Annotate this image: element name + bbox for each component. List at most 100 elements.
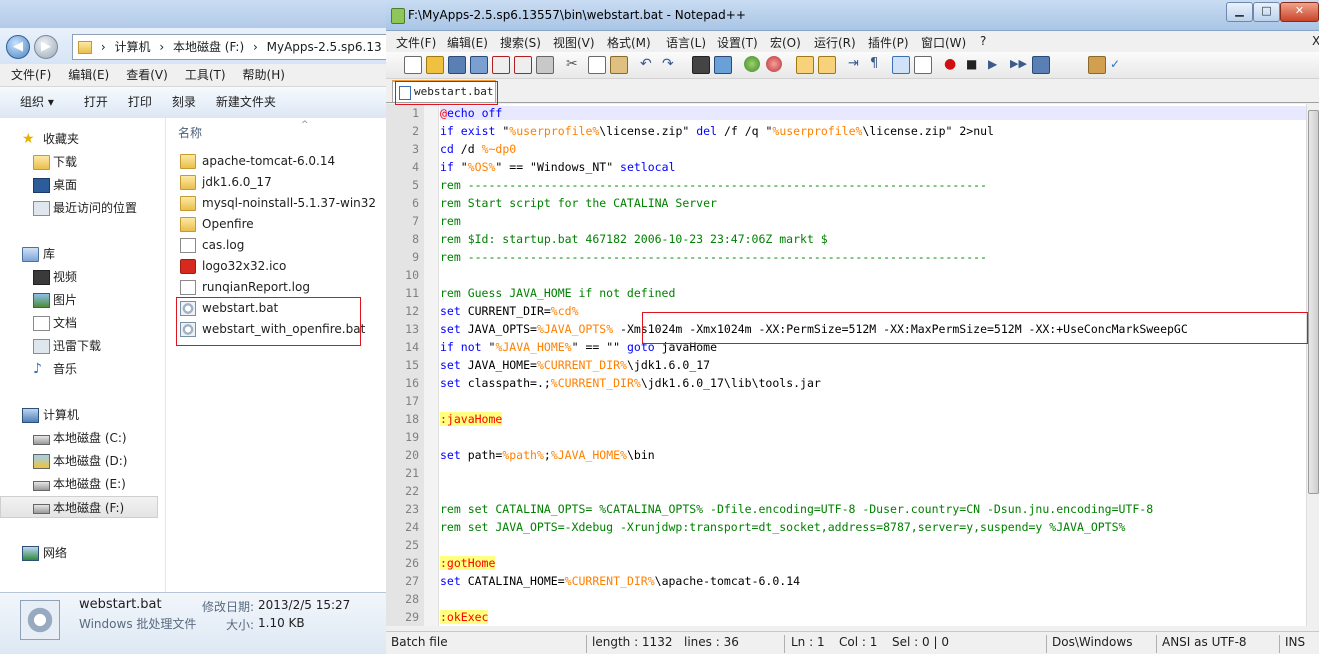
organize-button[interactable]: 组织 ▾ (20, 87, 54, 118)
menu-run[interactable]: 运行(R) (814, 34, 856, 51)
close-all-icon[interactable] (514, 56, 532, 74)
code-line[interactable]: :okExec (440, 610, 489, 624)
list-item[interactable]: mysql-noinstall-5.1.37-win32 (180, 193, 376, 214)
back-arrow-icon[interactable]: ◀ (6, 35, 30, 59)
list-item[interactable]: runqianReport.log (180, 277, 310, 298)
menu-help[interactable]: ? (980, 34, 986, 48)
list-item[interactable]: apache-tomcat-6.0.14 (180, 151, 335, 172)
open-button[interactable]: 打开 (84, 87, 108, 118)
code-line[interactable]: @echo off (440, 106, 1306, 120)
code-line[interactable]: set classpath=.;%CURRENT_DIR%\jdk1.6.0_1… (440, 376, 821, 390)
code-line[interactable]: rem set JAVA_OPTS=-Xdebug -Xrunjdwp:tran… (440, 520, 1125, 534)
close-file-icon[interactable] (492, 56, 510, 74)
code-line[interactable]: set path=%path%;%JAVA_HOME%\bin (440, 448, 655, 462)
sync-vertical-icon[interactable] (796, 56, 814, 74)
undo-icon[interactable]: ↶ (640, 56, 656, 72)
spell-check-icon[interactable]: ✓ (1110, 56, 1126, 72)
address-input[interactable]: › 计算机 › 本地磁盘 (F:) › MyApps-2.5.sp6.13 (72, 34, 387, 60)
open-file-icon[interactable] (426, 56, 444, 74)
code-line[interactable]: rem ------------------------------------… (440, 178, 987, 192)
menu-file[interactable]: 文件(F) (0, 64, 57, 86)
new-file-icon[interactable] (404, 56, 422, 74)
menu-window[interactable]: 窗口(W) (921, 34, 966, 51)
nav-videos[interactable]: 视频 (0, 266, 165, 288)
nav-downloads[interactable]: 下载 (0, 151, 165, 173)
menu-macro[interactable]: 宏(O) (770, 34, 801, 51)
new-folder-button[interactable]: 新建文件夹 (216, 87, 276, 118)
show-all-chars-icon[interactable]: ¶ (870, 56, 886, 72)
find-icon[interactable] (692, 56, 710, 74)
menu-language[interactable]: 语言(L) (666, 34, 706, 51)
nav-pictures[interactable]: 图片 (0, 289, 165, 311)
zoom-in-icon[interactable] (744, 56, 760, 72)
zoom-out-icon[interactable] (766, 56, 782, 72)
word-wrap-icon[interactable]: ⇥ (848, 56, 864, 72)
menu-search[interactable]: 搜索(S) (500, 34, 541, 51)
burn-button[interactable]: 刻录 (172, 87, 196, 118)
run-macro-multiple-icon[interactable]: ▶▶ (1010, 56, 1027, 72)
forward-arrow-icon[interactable]: ▶ (34, 35, 58, 59)
scrollbar-thumb[interactable] (1308, 110, 1319, 494)
code-line[interactable]: rem Guess JAVA_HOME if not defined (440, 286, 675, 300)
minimize-button[interactable]: ▁ (1226, 2, 1253, 22)
code-line[interactable]: if exist "%userprofile%\license.zip" del… (440, 124, 994, 138)
code-line[interactable]: :javaHome (440, 412, 503, 426)
replace-icon[interactable] (714, 56, 732, 74)
cut-icon[interactable]: ✂ (566, 56, 582, 72)
list-item[interactable]: logo32x32.ico (180, 256, 286, 277)
save-all-icon[interactable] (470, 56, 488, 74)
save-icon[interactable] (448, 56, 466, 74)
menu-view[interactable]: 查看(V) (115, 64, 174, 86)
nav-favorites[interactable]: ★ 收藏夹 (0, 128, 165, 150)
code-line[interactable]: set JAVA_HOME=%CURRENT_DIR%\jdk1.6.0_17 (440, 358, 710, 372)
close-document-button[interactable]: X (1312, 34, 1319, 48)
menu-help[interactable]: 帮助(H) (232, 64, 291, 86)
nav-drive-c[interactable]: 本地磁盘 (C:) (0, 427, 165, 449)
menu-format[interactable]: 格式(M) (607, 34, 651, 51)
menu-edit[interactable]: 编辑(E) (447, 34, 488, 51)
code-line[interactable]: rem set CATALINA_OPTS= %CATALINA_OPTS% -… (440, 502, 1153, 516)
nav-network[interactable]: 网络 (0, 542, 165, 564)
nav-music[interactable]: ♪ 音乐 (0, 358, 165, 380)
nav-drive-d[interactable]: 本地磁盘 (D:) (0, 450, 165, 472)
code-line[interactable]: rem (440, 214, 461, 228)
breadcrumb-drive[interactable]: 本地磁盘 (F:) (173, 35, 244, 59)
print-icon[interactable] (536, 56, 554, 74)
paste-icon[interactable] (610, 56, 628, 74)
nav-drive-f[interactable]: 本地磁盘 (F:) (0, 496, 158, 518)
print-button[interactable]: 打印 (128, 87, 152, 118)
close-button[interactable]: ✕ (1280, 2, 1319, 22)
nav-recent-places[interactable]: 最近访问的位置 (0, 197, 165, 219)
list-item[interactable]: cas.log (180, 235, 244, 256)
nav-drive-e[interactable]: 本地磁盘 (E:) (0, 473, 165, 495)
stop-macro-icon[interactable]: ■ (966, 56, 982, 72)
nav-desktop[interactable]: 桌面 (0, 174, 165, 196)
list-item[interactable]: Openfire (180, 214, 254, 235)
column-header-name[interactable]: 名称 (178, 124, 202, 141)
sync-horizontal-icon[interactable] (818, 56, 836, 74)
code-line[interactable]: rem ------------------------------------… (440, 250, 987, 264)
menu-tools[interactable]: 工具(T) (174, 64, 232, 86)
nav-libraries[interactable]: 库 (0, 243, 165, 265)
code-line[interactable]: rem $Id: startup.bat 467182 2006-10-23 2… (440, 232, 828, 246)
menu-settings[interactable]: 设置(T) (717, 34, 758, 51)
menu-file[interactable]: 文件(F) (396, 34, 436, 51)
code-line[interactable]: cd /d %~dp0 (440, 142, 516, 156)
nav-documents[interactable]: 文档 (0, 312, 165, 334)
breadcrumb-computer[interactable]: 计算机 (114, 35, 150, 59)
maximize-button[interactable]: □ (1253, 2, 1280, 22)
code-line[interactable]: if "%OS%" == "Windows_NT" setlocal (440, 160, 675, 174)
record-macro-icon[interactable]: ● (944, 56, 960, 72)
code-line[interactable]: rem Start script for the CATALINA Server (440, 196, 717, 210)
redo-icon[interactable]: ↷ (662, 56, 678, 72)
code-line[interactable]: :gotHome (440, 556, 496, 570)
breadcrumb-folder[interactable]: MyApps-2.5.sp6.13 (267, 35, 382, 59)
code-line[interactable]: set CATALINA_HOME=%CURRENT_DIR%\apache-t… (440, 574, 800, 588)
save-macro-icon[interactable] (1032, 56, 1050, 74)
document-map-icon[interactable] (914, 56, 932, 74)
menu-edit[interactable]: 编辑(E) (57, 64, 115, 86)
nav-xunlei-downloads[interactable]: 迅雷下载 (0, 335, 165, 357)
plugin-icon[interactable] (1088, 56, 1106, 74)
code-line[interactable]: set CURRENT_DIR=%cd% (440, 304, 579, 318)
menu-view[interactable]: 视图(V) (553, 34, 595, 51)
